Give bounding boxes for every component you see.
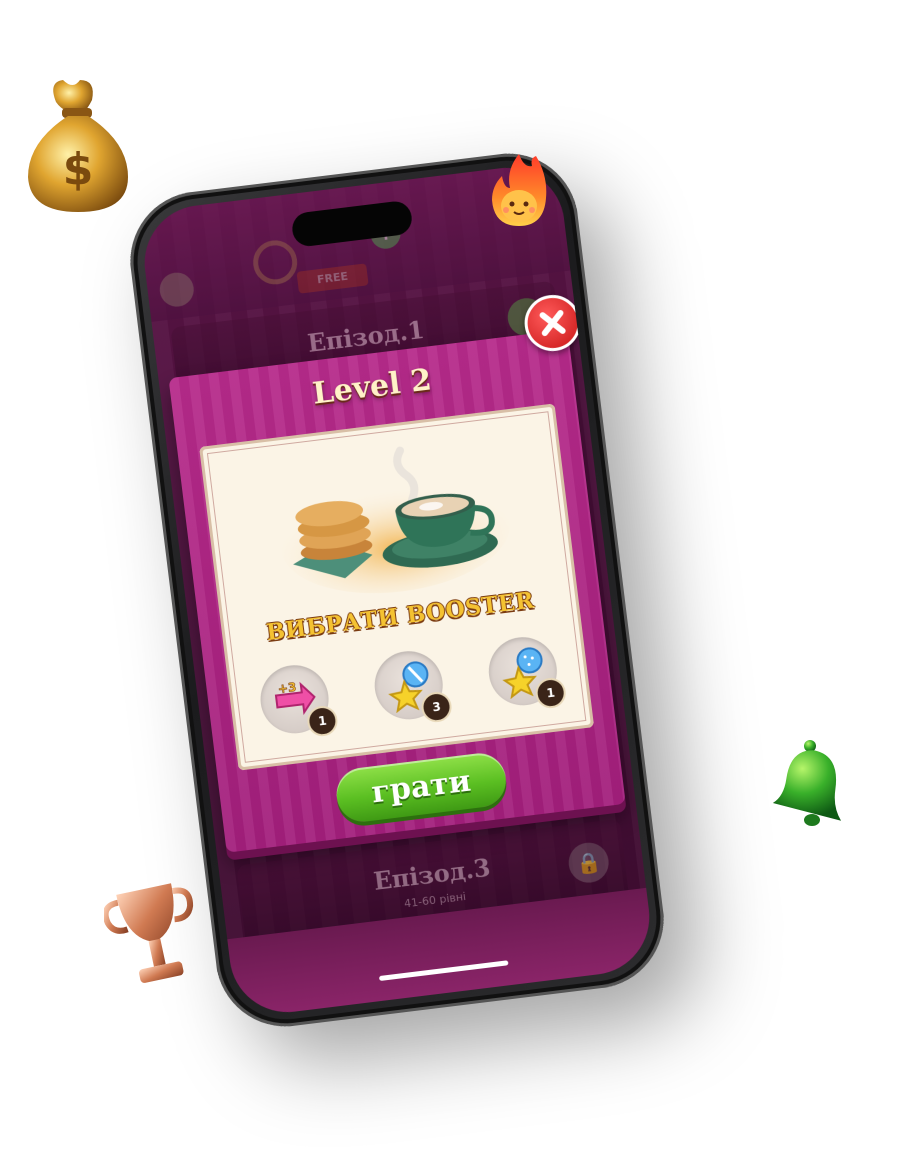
close-icon bbox=[539, 310, 566, 337]
cookies-coffee-image bbox=[281, 446, 510, 594]
settings-icon[interactable] bbox=[157, 270, 196, 309]
extra-moves-badge: +3 bbox=[277, 680, 297, 696]
svg-text:$: $ bbox=[63, 144, 94, 195]
booster-extra-moves[interactable]: +3 1 bbox=[256, 661, 340, 738]
canvas: $ FREE Епізод.1 Епізод.3 41-60 рівні 🔒 L… bbox=[0, 0, 916, 1162]
booster-list: +3 1 3 1 bbox=[256, 633, 568, 749]
coin-icon bbox=[250, 237, 300, 287]
phone-mockup: FREE + Епізод.1 1-20 рівні Епізод.3 41-6… bbox=[122, 145, 672, 1035]
flame-icon bbox=[492, 154, 547, 226]
free-badge: FREE bbox=[296, 263, 369, 294]
money-bag-icon: $ bbox=[28, 80, 128, 212]
level-modal: Level 2 ВИБРАТИ BOOSTER +3 1 3 1 грати bbox=[168, 291, 626, 853]
booster-sprinkle-star[interactable]: 1 bbox=[484, 633, 568, 710]
level-card: ВИБРАТИ BOOSTER +3 1 3 1 bbox=[199, 403, 595, 771]
trophy-icon bbox=[104, 883, 194, 983]
booster-striped-star[interactable]: 3 bbox=[370, 647, 454, 724]
bell-icon bbox=[772, 740, 842, 826]
